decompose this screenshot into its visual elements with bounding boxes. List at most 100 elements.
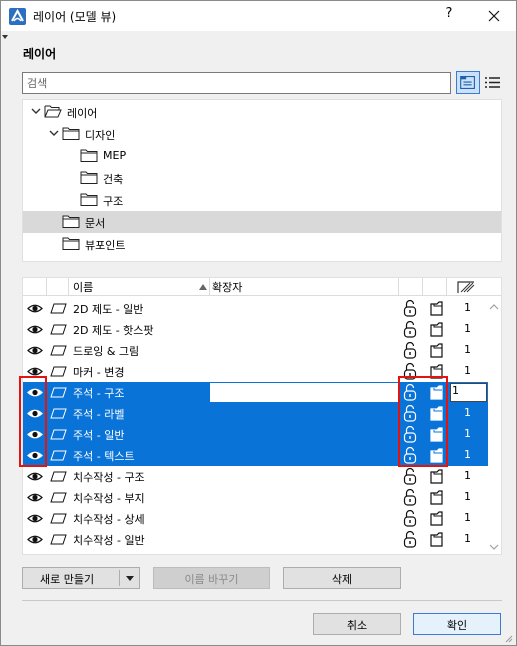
solid-view-icon[interactable]	[429, 511, 444, 526]
layer-icon	[50, 324, 67, 335]
layer-icon	[50, 450, 67, 461]
lock-open-icon[interactable]	[403, 489, 417, 506]
chevron-down-icon[interactable]	[48, 127, 60, 139]
table-header: 이름 확장자	[23, 278, 501, 296]
lock-open-icon[interactable]	[403, 321, 417, 338]
extension-edit-field[interactable]	[210, 383, 399, 402]
close-icon[interactable]	[479, 2, 509, 30]
tree-item[interactable]: 레이어	[23, 101, 501, 123]
pen-number[interactable]: 1	[461, 364, 471, 377]
pen-number[interactable]: 1	[461, 532, 471, 545]
folder-icon	[62, 127, 80, 140]
pen-number[interactable]: 1	[461, 490, 471, 503]
pen-number[interactable]: 1	[461, 406, 471, 419]
lock-open-icon[interactable]	[403, 300, 417, 317]
tree-item[interactable]: MEP	[23, 145, 501, 167]
folder-icon	[62, 237, 80, 250]
eye-icon[interactable]	[27, 303, 43, 314]
header-name[interactable]: 이름	[69, 278, 210, 296]
tree-item[interactable]: 문서	[23, 211, 501, 233]
tree-item-label: MEP	[103, 149, 127, 162]
delete-button[interactable]: 삭제	[283, 567, 401, 589]
pen-number-field[interactable]: 1	[450, 383, 487, 402]
solid-view-icon[interactable]	[429, 490, 444, 505]
eye-icon[interactable]	[27, 471, 43, 482]
solid-view-icon[interactable]	[429, 301, 444, 316]
eye-icon[interactable]	[27, 492, 43, 503]
tree-item[interactable]: 뷰포인트	[23, 233, 501, 255]
lock-open-icon[interactable]	[403, 510, 417, 527]
table-row[interactable]: 치수작성 - 부지 1	[23, 487, 488, 508]
resize-grip-icon[interactable]	[503, 633, 513, 643]
pen-number[interactable]: 1	[461, 511, 471, 524]
layer-name: 치수작성 - 일반	[73, 534, 145, 547]
eye-icon[interactable]	[27, 345, 43, 356]
layer-name: 치수작성 - 부지	[73, 492, 145, 505]
new-layer-label: 새로 만들기	[40, 573, 95, 586]
layer-name: 드로잉 & 그림	[73, 345, 140, 358]
eye-icon[interactable]	[27, 513, 43, 524]
tree-item[interactable]: 디자인	[23, 123, 501, 145]
solid-view-icon[interactable]	[429, 469, 444, 484]
solid-view-icon[interactable]	[429, 532, 444, 547]
pen-number[interactable]: 1	[461, 427, 471, 440]
layer-name: 주석 - 라벨	[73, 408, 125, 421]
chevron-down-icon[interactable]	[30, 105, 42, 117]
layers-dialog: 레이어 (모델 뷰) ? 레이어 검색 레이어 디자인 MEP 건축 구조 문서 뷰포인트 …	[0, 0, 517, 646]
tree-item[interactable]: 구조	[23, 189, 501, 211]
table-row[interactable]: 치수작성 - 상세 1	[23, 508, 488, 529]
cancel-button[interactable]: 취소	[313, 613, 401, 635]
pen-number[interactable]: 1	[461, 469, 471, 482]
layer-name: 주석 - 일반	[73, 429, 125, 442]
lock-open-icon[interactable]	[403, 531, 417, 548]
search-input[interactable]: 검색	[22, 72, 451, 94]
layer-icon	[50, 471, 67, 482]
layer-icon	[50, 366, 67, 377]
pen-number[interactable]: 1	[461, 322, 471, 335]
eye-icon[interactable]	[27, 324, 43, 335]
window-title: 레이어 (모델 뷰)	[33, 10, 117, 24]
header-type[interactable]	[47, 278, 69, 296]
scroll-down-icon[interactable]	[489, 542, 499, 552]
pen-number[interactable]: 1	[461, 448, 471, 461]
header-pen[interactable]	[447, 278, 487, 296]
eye-icon[interactable]	[27, 534, 43, 545]
tree-item-label: 문서	[85, 217, 106, 230]
lock-open-icon[interactable]	[403, 468, 417, 485]
header-wireframe[interactable]	[423, 278, 447, 296]
section-title: 레이어	[23, 47, 57, 61]
collapse-caret-icon[interactable]	[2, 35, 8, 39]
highlight-box-lock-wireframe	[398, 376, 448, 467]
table-row[interactable]: 2D 제도 - 일반 1	[23, 298, 488, 319]
help-button[interactable]: ?	[439, 6, 459, 21]
lock-open-icon[interactable]	[403, 342, 417, 359]
table-row[interactable]: 치수작성 - 구조 1	[23, 466, 488, 487]
table-row[interactable]: 드로잉 & 그림 1	[23, 340, 488, 361]
table-row[interactable]: 치수작성 - 일반 1	[23, 529, 488, 550]
hatch-pen-icon	[457, 281, 475, 293]
ok-button[interactable]: 확인	[413, 613, 501, 635]
new-layer-button[interactable]: 새로 만들기	[22, 567, 140, 589]
pen-number[interactable]: 1	[461, 343, 471, 356]
chevron-down-icon[interactable]	[126, 576, 134, 581]
list-view-icon[interactable]	[482, 71, 502, 94]
solid-view-icon[interactable]	[429, 322, 444, 337]
layer-icon	[50, 534, 67, 545]
header-extension[interactable]: 확장자	[210, 278, 399, 296]
archicad-icon	[9, 8, 26, 25]
layer-folder-tree: 레이어디자인 MEP 건축 구조문서뷰포인트	[22, 99, 502, 262]
tree-item-label: 레이어	[67, 107, 98, 120]
cancel-label: 취소	[346, 619, 368, 632]
header-visibility[interactable]	[23, 278, 47, 296]
solid-view-icon[interactable]	[429, 343, 444, 358]
header-lock[interactable]	[399, 278, 423, 296]
layer-icon	[50, 429, 67, 440]
folder-tree-view-icon[interactable]	[456, 71, 480, 94]
layer-icon	[50, 513, 67, 524]
scroll-up-icon[interactable]	[489, 302, 499, 312]
pen-number[interactable]: 1	[461, 301, 471, 314]
sort-ascending-icon	[199, 284, 207, 290]
table-row[interactable]: 2D 제도 - 핫스팟 1	[23, 319, 488, 340]
rename-button[interactable]: 이름 바꾸기	[153, 567, 270, 589]
tree-item[interactable]: 건축	[23, 167, 501, 189]
